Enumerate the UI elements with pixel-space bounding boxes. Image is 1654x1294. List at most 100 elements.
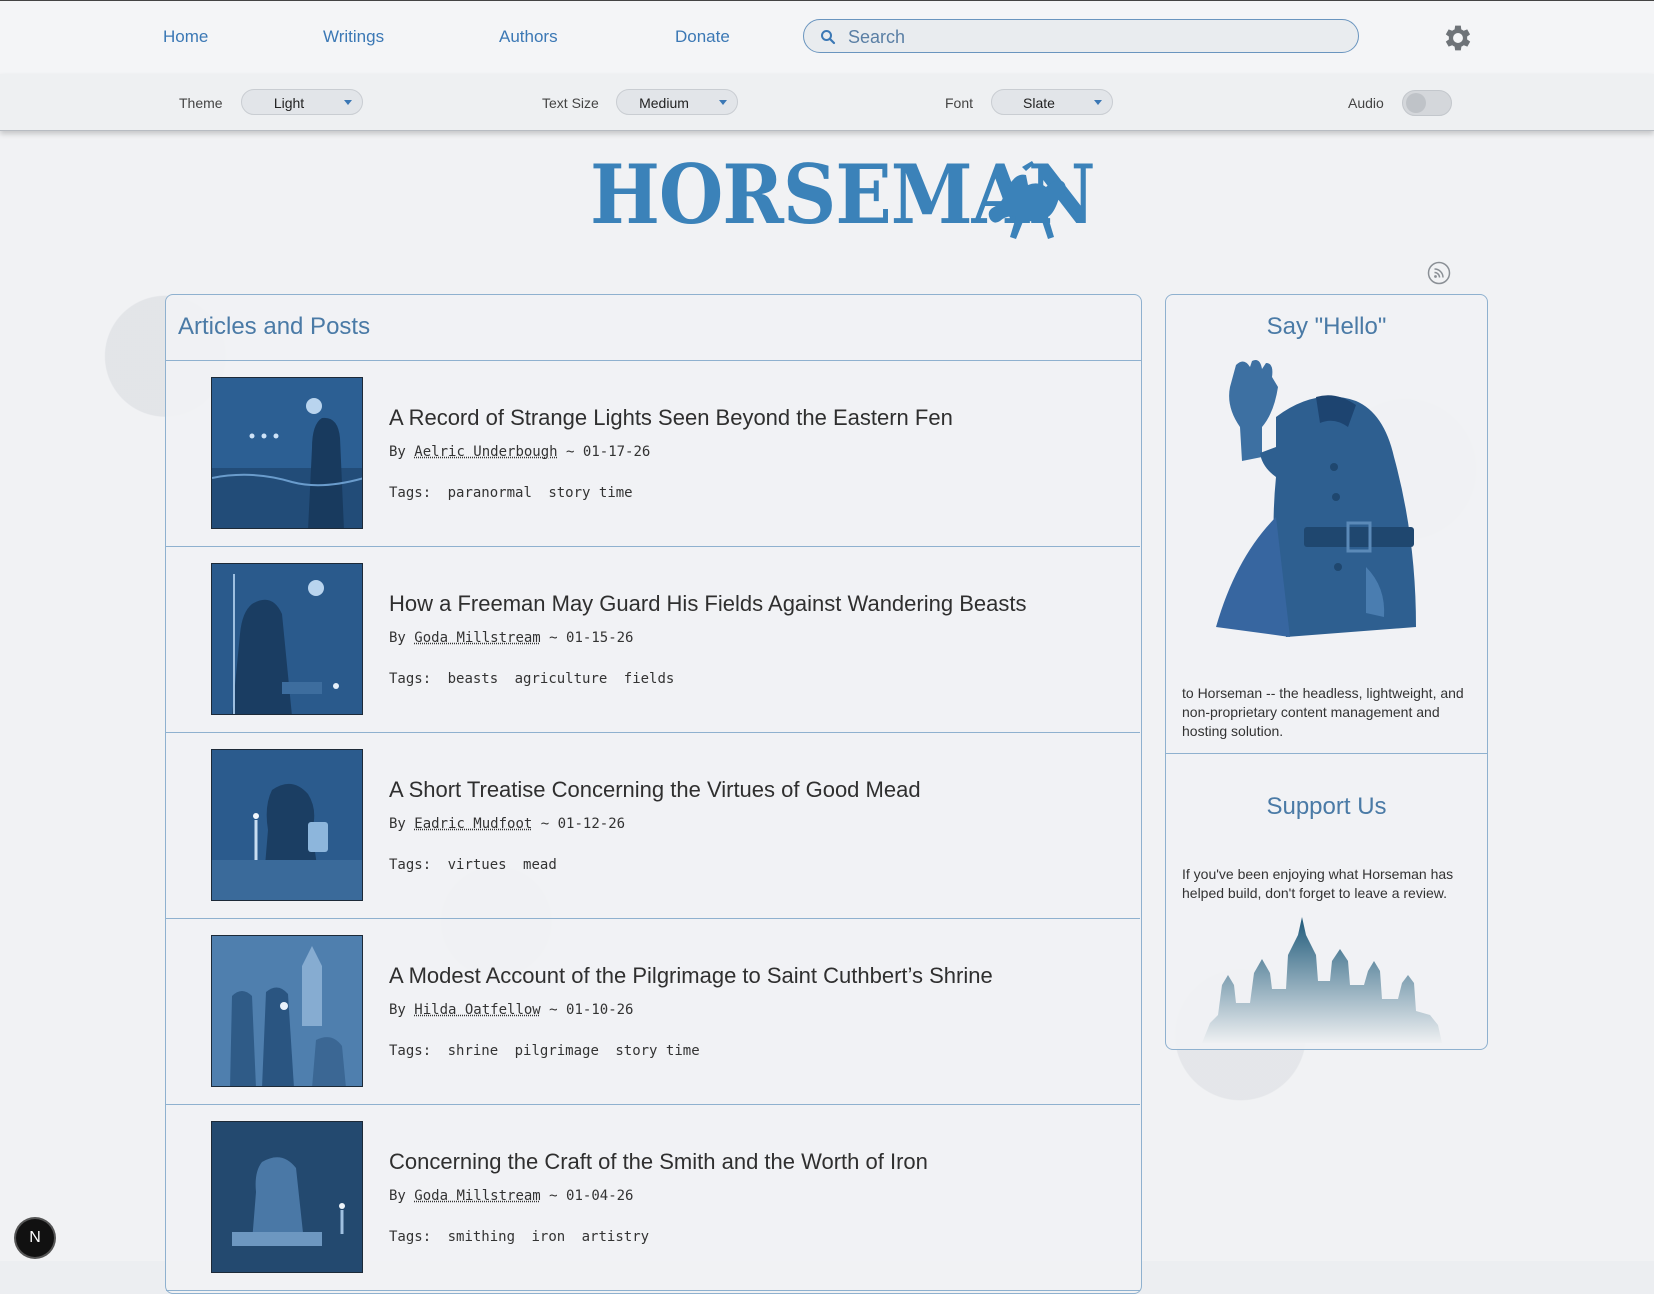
article-tags: Tags: shrine pilgrimage story time bbox=[389, 1043, 700, 1059]
author-link[interactable]: Aelric Underbough bbox=[414, 444, 557, 460]
rss-icon[interactable] bbox=[1427, 261, 1451, 285]
text-size-select[interactable]: Medium bbox=[616, 89, 738, 115]
nav-writings-link[interactable]: Writings bbox=[323, 27, 384, 47]
article-item: Concerning the Craft of the Smith and th… bbox=[166, 1105, 1140, 1291]
support-text: If you've been enjoying what Horseman ha… bbox=[1182, 866, 1454, 901]
byline-separator: ~ bbox=[549, 1188, 558, 1204]
text-size-value: Medium bbox=[639, 95, 689, 111]
article-title[interactable]: A Modest Account of the Pilgrimage to Sa… bbox=[389, 963, 993, 989]
article-date: 01-10-26 bbox=[566, 1002, 634, 1018]
font-label: Font bbox=[945, 95, 974, 111]
theme-select[interactable]: Light bbox=[241, 89, 363, 115]
font-value: Slate bbox=[1023, 95, 1055, 111]
tag-link[interactable]: paranormal bbox=[448, 485, 532, 501]
byline-separator: ~ bbox=[540, 816, 550, 832]
article-title[interactable]: A Short Treatise Concerning the Virtues … bbox=[389, 777, 921, 803]
audio-label: Audio bbox=[1348, 95, 1384, 111]
sidebar-panel: Say "Hello" to Horseman -- the headless,… bbox=[1165, 294, 1488, 1050]
tag-link[interactable]: virtues bbox=[448, 857, 507, 873]
divider bbox=[1166, 753, 1487, 754]
article-byline: By Eadric Mudfoot ~ 01-12-26 bbox=[389, 816, 625, 832]
tag-link[interactable]: shrine bbox=[448, 1043, 499, 1059]
byline-separator: ~ bbox=[549, 630, 558, 646]
article-thumbnail[interactable] bbox=[211, 935, 363, 1087]
nav-authors-link[interactable]: Authors bbox=[499, 27, 558, 47]
article-byline: By Goda Millstream ~ 01-04-26 bbox=[389, 1188, 633, 1204]
n-badge[interactable]: N bbox=[16, 1219, 54, 1257]
byline-separator: ~ bbox=[549, 1002, 558, 1018]
tag-link[interactable]: mead bbox=[523, 857, 557, 873]
author-link[interactable]: Hilda Oatfellow bbox=[414, 1002, 540, 1018]
castle-illustration bbox=[1202, 917, 1442, 1043]
article-tags: Tags: smithing iron artistry bbox=[389, 1229, 649, 1245]
support-heading: Support Us bbox=[1266, 793, 1387, 820]
tags-label: Tags: bbox=[389, 485, 432, 501]
articles-panel: Articles and Posts A Record of Strange L… bbox=[165, 294, 1142, 1294]
article-item: A Record of Strange Lights Seen Beyond t… bbox=[166, 361, 1140, 547]
article-item: How a Freeman May Guard His Fields Again… bbox=[166, 547, 1140, 733]
article-thumbnail[interactable] bbox=[211, 1121, 363, 1273]
article-date: 01-04-26 bbox=[566, 1188, 634, 1204]
theme-label: Theme bbox=[179, 95, 223, 111]
tags-label: Tags: bbox=[389, 1229, 432, 1245]
article-tags: Tags: paranormal story time bbox=[389, 485, 633, 501]
by-label: By bbox=[389, 630, 406, 646]
toggle-knob bbox=[1406, 93, 1426, 113]
theme-value: Light bbox=[273, 95, 305, 111]
tag-link[interactable]: iron bbox=[531, 1229, 565, 1245]
article-date: 01-17-26 bbox=[582, 444, 651, 460]
article-byline: By Hilda Oatfellow ~ 01-10-26 bbox=[389, 1002, 633, 1018]
tag-link[interactable]: story time bbox=[615, 1043, 699, 1059]
author-link[interactable]: Goda Millstream bbox=[414, 1188, 540, 1204]
article-byline: By Goda Millstream ~ 01-15-26 bbox=[389, 630, 633, 646]
tag-link[interactable]: fields bbox=[624, 671, 675, 687]
headless-coat-illustration bbox=[1216, 360, 1416, 637]
nav-home-link[interactable]: Home bbox=[163, 27, 208, 47]
by-label: By bbox=[389, 1188, 406, 1204]
nav-donate-link[interactable]: Donate bbox=[675, 27, 730, 47]
article-title[interactable]: A Record of Strange Lights Seen Beyond t… bbox=[389, 405, 953, 431]
headless-horseman-icon bbox=[988, 161, 1066, 239]
article-item: A Short Treatise Concerning the Virtues … bbox=[166, 733, 1140, 919]
tags-label: Tags: bbox=[389, 857, 432, 873]
author-link[interactable]: Eadric Mudfoot bbox=[414, 816, 532, 832]
tag-link[interactable]: pilgrimage bbox=[515, 1043, 599, 1059]
article-byline: By Aelric Underbough ~ 01-17-26 bbox=[389, 444, 650, 460]
article-date: 01-12-26 bbox=[557, 816, 626, 832]
hello-heading: Say "Hello" bbox=[1266, 313, 1387, 340]
tag-link[interactable]: artistry bbox=[582, 1229, 649, 1245]
tag-link[interactable]: agriculture bbox=[515, 671, 608, 687]
by-label: By bbox=[389, 444, 406, 460]
tag-link[interactable]: beasts bbox=[448, 671, 499, 687]
text-size-label: Text Size bbox=[542, 95, 599, 111]
tag-link[interactable]: story time bbox=[548, 485, 632, 501]
tags-label: Tags: bbox=[389, 671, 432, 687]
hello-text: to Horseman -- the headless, lightweight… bbox=[1182, 685, 1464, 739]
author-link[interactable]: Goda Millstream bbox=[414, 630, 540, 646]
tag-link[interactable]: smithing bbox=[448, 1229, 515, 1245]
article-date: 01-15-26 bbox=[566, 630, 634, 646]
article-title[interactable]: How a Freeman May Guard His Fields Again… bbox=[389, 591, 1026, 617]
search-input[interactable] bbox=[846, 23, 1340, 51]
search-box[interactable] bbox=[803, 19, 1359, 53]
article-tags: Tags: virtues mead bbox=[389, 857, 557, 873]
article-thumbnail[interactable] bbox=[211, 749, 363, 901]
by-label: By bbox=[389, 816, 406, 832]
audio-toggle[interactable] bbox=[1402, 90, 1452, 116]
chevron-down-icon bbox=[719, 100, 727, 105]
article-title[interactable]: Concerning the Craft of the Smith and th… bbox=[389, 1149, 928, 1175]
article-tags: Tags: beasts agriculture fields bbox=[389, 671, 674, 687]
byline-separator: ~ bbox=[566, 444, 575, 460]
search-icon bbox=[821, 30, 836, 45]
by-label: By bbox=[389, 1002, 406, 1018]
article-thumbnail[interactable] bbox=[211, 377, 363, 529]
chevron-down-icon bbox=[1094, 100, 1102, 105]
tags-label: Tags: bbox=[389, 1043, 432, 1059]
gear-icon[interactable] bbox=[1441, 21, 1475, 55]
top-navigation: Home Writings Authors Donate bbox=[0, 0, 1654, 75]
font-select[interactable]: Slate bbox=[991, 89, 1113, 115]
article-item: A Modest Account of the Pilgrimage to Sa… bbox=[166, 919, 1140, 1105]
chevron-down-icon bbox=[344, 100, 352, 105]
articles-heading: Articles and Posts bbox=[178, 313, 371, 340]
article-thumbnail[interactable] bbox=[211, 563, 363, 715]
